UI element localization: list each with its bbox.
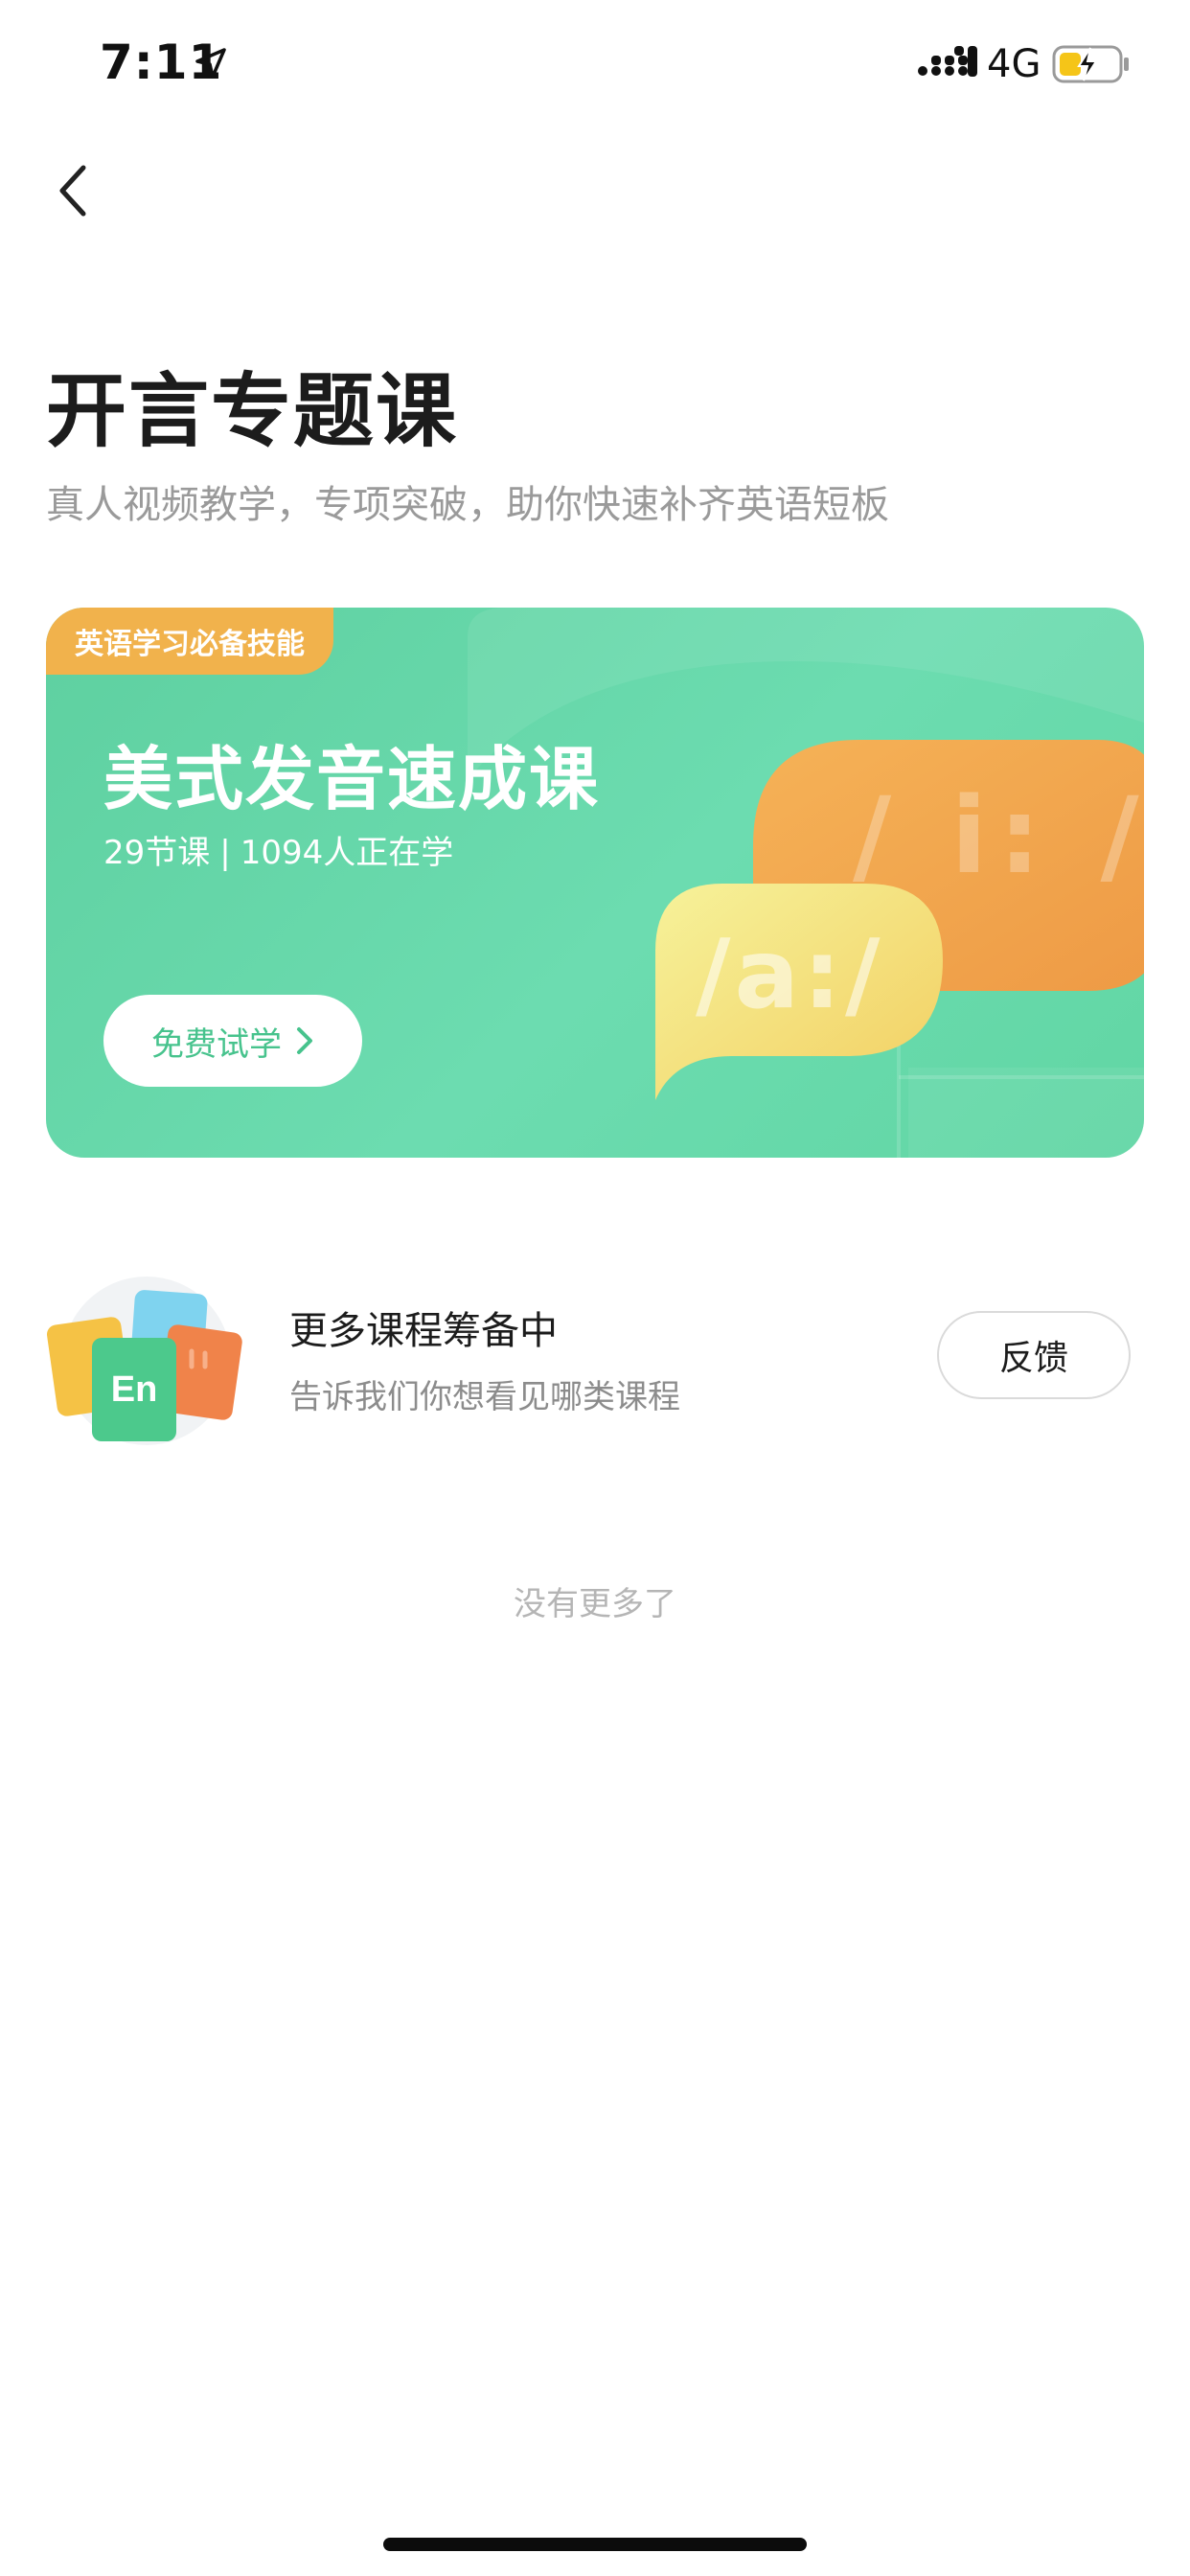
back-button[interactable] bbox=[44, 153, 102, 228]
free-trial-button[interactable]: 免费试学 bbox=[103, 995, 362, 1087]
status-bar: 7:11 4G bbox=[0, 0, 1190, 126]
bubble-back-text: / i: / bbox=[853, 774, 1144, 897]
illustration-text: En bbox=[111, 1369, 158, 1410]
more-courses-title: 更多课程筹备中 bbox=[289, 1309, 558, 1353]
learner-count: 1094人正在学 bbox=[240, 834, 454, 872]
chevron-right-icon bbox=[297, 1027, 312, 1054]
course-title: 美式发音速成课 bbox=[103, 739, 601, 819]
battery-charging-icon bbox=[1052, 45, 1129, 83]
more-courses-subtitle: 告诉我们你想看见哪类课程 bbox=[289, 1378, 680, 1416]
meta-separator: | bbox=[219, 834, 231, 872]
location-arrow-icon bbox=[195, 48, 226, 79]
flash-cards-icon: En bbox=[46, 1276, 242, 1445]
chevron-left-icon bbox=[59, 165, 86, 217]
course-tag: 英语学习必备技能 bbox=[46, 608, 333, 675]
more-courses-row: En 更多课程筹备中 告诉我们你想看见哪类课程 反馈 bbox=[46, 1275, 1144, 1447]
page-title: 开言专题课 bbox=[46, 364, 459, 458]
free-trial-label: 免费试学 bbox=[151, 1024, 282, 1064]
end-of-list-text: 没有更多了 bbox=[514, 1585, 676, 1623]
page-subtitle: 真人视频教学，专项突破，助你快速补齐英语短板 bbox=[46, 483, 889, 527]
lesson-count: 29节课 bbox=[103, 834, 211, 872]
course-card[interactable]: 英语学习必备技能 美式发音速成课 29节课|1094人正在学 / i: / bbox=[46, 608, 1144, 1158]
bubble-front-text: /a:/ bbox=[696, 918, 884, 1030]
feedback-button[interactable]: 反馈 bbox=[937, 1311, 1131, 1399]
signal-icon bbox=[918, 46, 977, 77]
page: 7:11 4G 开言专题课 真人视频教学，专项突破，助你快速补齐英语短板 英语学… bbox=[0, 0, 1190, 2576]
network-label: 4G bbox=[987, 42, 1041, 86]
speech-bubble-yellow: /a:/ bbox=[655, 884, 943, 1100]
cards-illustration: En bbox=[46, 1275, 247, 1447]
course-meta: 29节课 | 1094人正在学 bbox=[103, 826, 453, 873]
home-indicator[interactable] bbox=[383, 2538, 807, 2551]
